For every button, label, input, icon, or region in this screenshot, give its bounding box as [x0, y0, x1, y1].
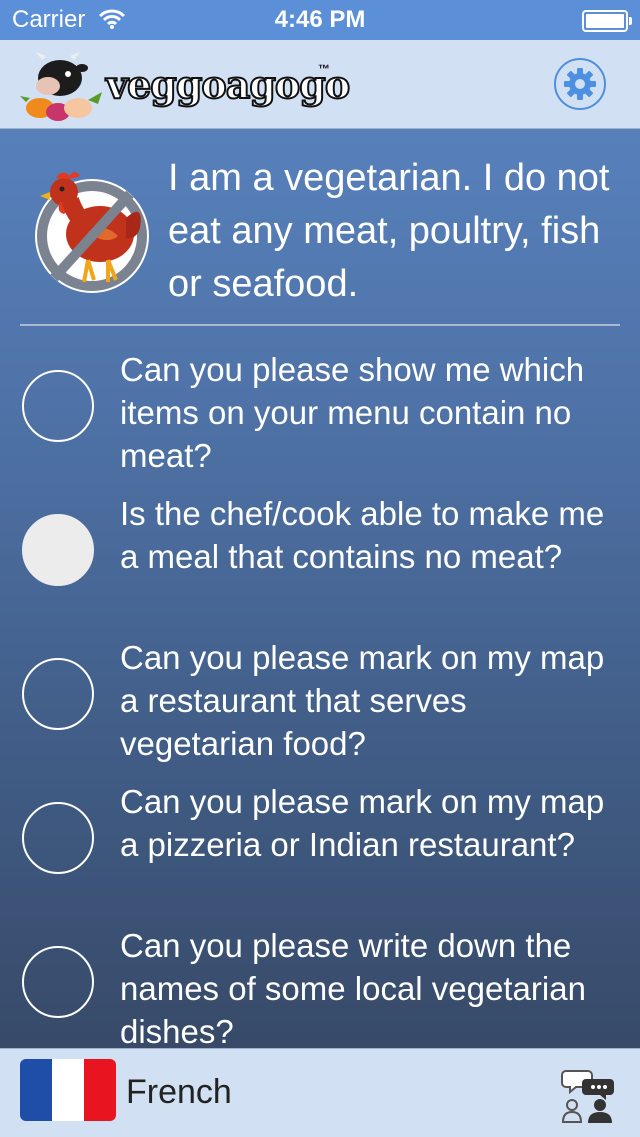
- conversation-icon[interactable]: [560, 1065, 618, 1123]
- question-radio[interactable]: [22, 946, 94, 1018]
- settings-button[interactable]: [554, 58, 606, 110]
- question-item[interactable]: Can you please mark on my map a pizzeria…: [0, 780, 640, 924]
- question-radio[interactable]: [22, 370, 94, 442]
- battery-icon: [582, 10, 632, 32]
- question-radio[interactable]: [22, 514, 94, 586]
- question-text: Can you please mark on my map a pizzeria…: [120, 783, 605, 863]
- question-text: Can you please write down the names of s…: [120, 927, 586, 1050]
- french-flag-icon[interactable]: [20, 1059, 116, 1121]
- question-item[interactable]: Is the chef/cook able to make me a meal …: [0, 492, 640, 636]
- status-bar: Carrier 4:46 PM: [0, 0, 640, 40]
- question-item[interactable]: Can you please show me which items on yo…: [0, 348, 640, 492]
- statement-text: I am a vegetarian. I do not eat any meat…: [168, 157, 610, 305]
- dietary-statement: I am a vegetarian. I do not eat any meat…: [0, 128, 640, 326]
- question-item[interactable]: Can you please write down the names of s…: [0, 924, 640, 1068]
- clock: 4:46 PM: [274, 6, 366, 33]
- divider: [20, 324, 620, 326]
- header-bar: veggoagogo ™: [0, 40, 640, 129]
- question-radio[interactable]: [22, 658, 94, 730]
- cow-mascot-icon: [20, 52, 102, 121]
- question-text: Can you please show me which items on yo…: [120, 351, 585, 474]
- question-text: Is the chef/cook able to make me a meal …: [120, 495, 605, 575]
- gear-icon: [564, 68, 596, 100]
- question-text: Can you please mark on my map a restaura…: [120, 639, 605, 762]
- flag-stripe-blue: [20, 1059, 52, 1121]
- question-radio[interactable]: [22, 802, 94, 874]
- app-logo: veggoagogo ™: [18, 48, 351, 124]
- trademark-mark: ™: [318, 62, 330, 76]
- language-label[interactable]: French: [126, 1073, 232, 1112]
- flag-stripe-white: [52, 1059, 84, 1121]
- no-chicken-icon: [35, 172, 149, 293]
- logo-wordmark: veggoagogo: [105, 61, 351, 108]
- language-bar: French: [0, 1048, 640, 1137]
- flag-stripe-red: [84, 1059, 116, 1121]
- question-item[interactable]: Can you please mark on my map a restaura…: [0, 636, 640, 780]
